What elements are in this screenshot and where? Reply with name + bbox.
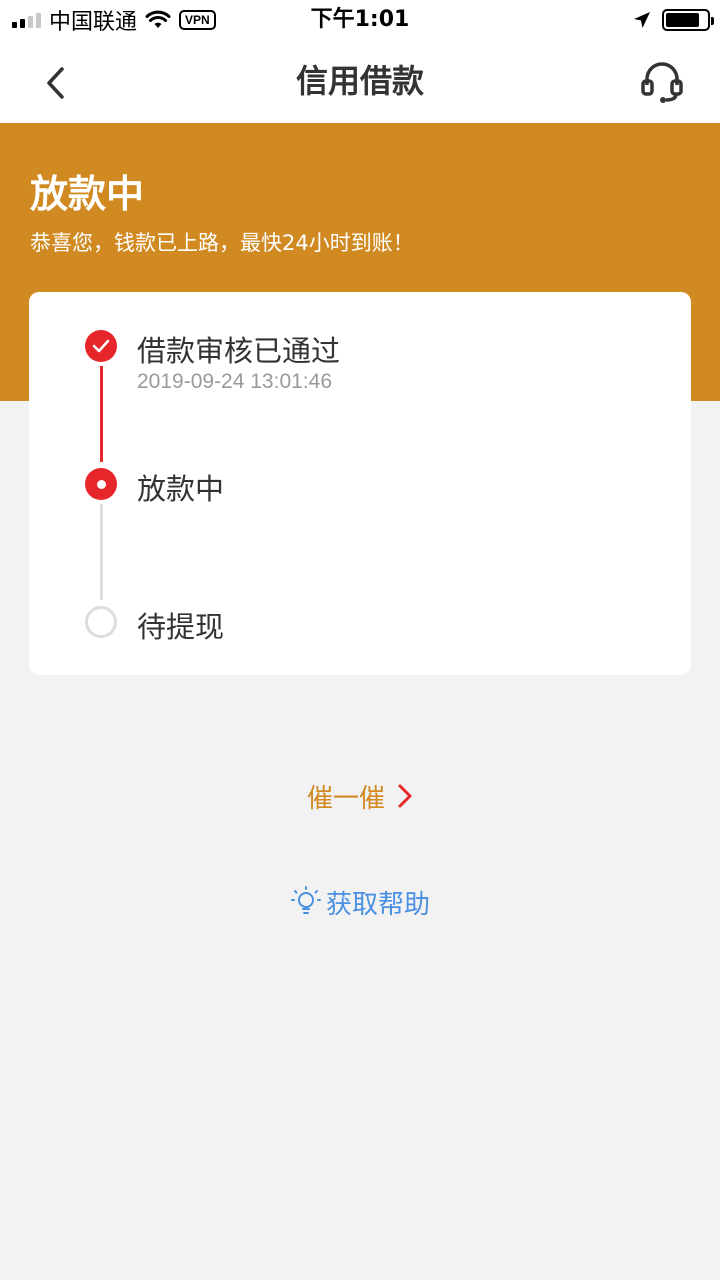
step-timestamp: 2019-09-24 13:01:46 bbox=[137, 370, 332, 393]
navigation-bar: 信用借款 bbox=[0, 40, 720, 123]
status-bar-right bbox=[632, 0, 714, 40]
chevron-left-icon bbox=[47, 67, 64, 99]
banner-title: 放款中 bbox=[30, 172, 145, 216]
status-bar: 中国联通 VPN 下午1:01 bbox=[0, 0, 720, 40]
get-help-button[interactable]: 获取帮助 bbox=[0, 880, 720, 924]
step-label: 放款中 bbox=[137, 472, 225, 506]
current-step-icon bbox=[85, 468, 117, 500]
lightbulb-icon bbox=[290, 886, 321, 914]
page-title: 信用借款 bbox=[295, 62, 424, 100]
progress-card: 借款审核已通过 2019-09-24 13:01:46 放款中 待提现 bbox=[29, 292, 691, 675]
urge-label: 催一催 bbox=[306, 783, 385, 814]
help-label: 获取帮助 bbox=[325, 889, 430, 920]
customer-service-button[interactable] bbox=[634, 54, 690, 110]
banner-subtitle: 恭喜您，钱款已上路，最快24小时到账！ bbox=[30, 231, 414, 255]
progress-line-completed bbox=[100, 366, 103, 462]
location-arrow-icon bbox=[634, 12, 650, 28]
status-time: 下午1:01 bbox=[310, 7, 410, 32]
pending-step-icon bbox=[85, 606, 117, 638]
battery-icon bbox=[662, 9, 714, 31]
step-label: 待提现 bbox=[137, 610, 225, 644]
back-button[interactable] bbox=[30, 58, 80, 108]
step-label: 借款审核已通过 bbox=[137, 334, 341, 368]
urge-button[interactable]: 催一催 bbox=[0, 776, 720, 816]
progress-line-pending bbox=[100, 504, 103, 600]
headset-icon bbox=[641, 62, 683, 103]
chevron-right-icon bbox=[398, 784, 412, 808]
check-circle-icon bbox=[85, 330, 117, 362]
